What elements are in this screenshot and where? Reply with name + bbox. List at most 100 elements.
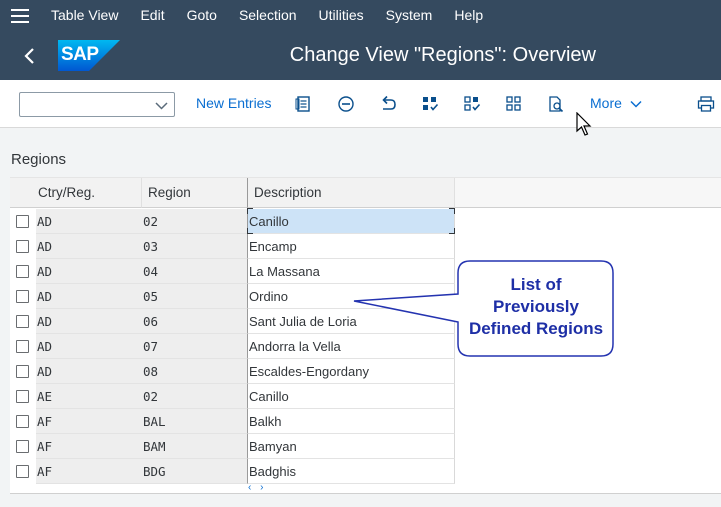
table-row[interactable]: AD 05 Ordino [10, 284, 455, 309]
row-selector[interactable] [10, 384, 36, 409]
table-row[interactable]: AE 02 Canillo [10, 384, 455, 409]
cell-ctry: AF [36, 459, 142, 484]
deselect-all-icon[interactable] [503, 93, 525, 115]
cell-region: 03 [142, 234, 248, 259]
cell-region: 07 [142, 334, 248, 359]
more-button[interactable]: More [590, 95, 642, 111]
cell-region: 05 [142, 284, 248, 309]
table-row[interactable]: AD 08 Escaldes-Engordany [10, 359, 455, 384]
title-bar: SAP Change View "Regions": Overview [0, 31, 721, 80]
mouse-pointer-icon [576, 112, 592, 136]
horizontal-scroll-arrows[interactable]: ‹ › [248, 482, 266, 493]
select-all-icon[interactable] [419, 93, 441, 115]
cell-description-input[interactable]: Sant Julia de Loria [248, 309, 455, 334]
more-label: More [590, 95, 622, 111]
row-checkbox[interactable] [16, 415, 29, 428]
table-row[interactable]: AD 04 La Massana [10, 259, 455, 284]
row-checkbox[interactable] [16, 265, 29, 278]
section-title: Regions [11, 151, 67, 168]
details-icon[interactable] [545, 93, 567, 115]
cell-region: 02 [142, 209, 248, 234]
menu-utilities[interactable]: Utilities [308, 0, 375, 31]
row-checkbox[interactable] [16, 390, 29, 403]
menu-table-view[interactable]: Table View [40, 0, 129, 31]
copy-as-icon[interactable] [293, 93, 315, 115]
table-row[interactable]: AF BDG Badghis [10, 459, 455, 484]
row-selector[interactable] [10, 234, 36, 259]
row-checkbox[interactable] [16, 290, 29, 303]
cell-ctry: AD [36, 209, 142, 234]
callout-line-2: Previously [493, 297, 579, 316]
row-checkbox[interactable] [16, 440, 29, 453]
callout-line-3: Defined Regions [468, 319, 604, 338]
cell-region: 06 [142, 309, 248, 334]
cell-ctry: AD [36, 309, 142, 334]
cell-description-input[interactable]: Balkh [248, 409, 455, 434]
cell-description-input[interactable]: Bamyan [248, 434, 455, 459]
row-selector[interactable] [10, 359, 36, 384]
focus-corner [449, 208, 455, 214]
menu-selection[interactable]: Selection [228, 0, 308, 31]
cell-ctry: AF [36, 409, 142, 434]
print-icon[interactable] [695, 93, 717, 115]
table-row[interactable]: AD 02 Canillo [10, 208, 455, 234]
select-block-icon[interactable] [461, 93, 483, 115]
cell-description-input[interactable]: Badghis [248, 459, 455, 484]
row-checkbox[interactable] [16, 365, 29, 378]
cell-region: 02 [142, 384, 248, 409]
focus-corner [247, 208, 253, 214]
cell-ctry: AD [36, 284, 142, 309]
cell-region: BDG [142, 459, 248, 484]
row-checkbox[interactable] [16, 315, 29, 328]
row-checkbox[interactable] [16, 240, 29, 253]
callout-line-1: List of [510, 275, 562, 294]
table-row[interactable]: AD 03 Encamp [10, 234, 455, 259]
row-checkbox[interactable] [16, 215, 29, 228]
row-selector[interactable] [10, 209, 36, 234]
row-selector[interactable] [10, 309, 36, 334]
menu-bar: Table View Edit Goto Selection Utilities… [0, 0, 721, 31]
table-row[interactable]: AD 07 Andorra la Vella [10, 334, 455, 359]
row-selector[interactable] [10, 259, 36, 284]
row-selector[interactable] [10, 459, 36, 484]
cell-description-input[interactable]: Canillo [248, 384, 455, 409]
row-selector[interactable] [10, 334, 36, 359]
column-header-region[interactable]: Region [142, 178, 248, 208]
cell-ctry: AE [36, 384, 142, 409]
cell-region: BAL [142, 409, 248, 434]
row-checkbox[interactable] [16, 465, 29, 478]
cell-description-input[interactable]: Encamp [248, 234, 455, 259]
menu-system[interactable]: System [375, 0, 444, 31]
cell-description-input[interactable]: Andorra la Vella [248, 334, 455, 359]
cell-description-input[interactable]: Escaldes-Engordany [248, 359, 455, 384]
toolbar: New Entries More [0, 80, 721, 128]
new-entries-button[interactable]: New Entries [196, 95, 271, 111]
row-checkbox[interactable] [16, 340, 29, 353]
menu-goto[interactable]: Goto [176, 0, 228, 31]
row-selector[interactable] [10, 434, 36, 459]
delete-icon[interactable] [335, 93, 357, 115]
table-bottom-border [10, 493, 721, 494]
row-selector[interactable] [10, 409, 36, 434]
column-header-ctry[interactable]: Ctry/Reg. [36, 178, 142, 208]
action-select[interactable] [19, 92, 175, 117]
select-all-column-header[interactable] [10, 178, 36, 208]
cell-description-input[interactable]: Ordino [248, 284, 455, 309]
row-selector[interactable] [10, 284, 36, 309]
column-header-description[interactable]: Description [248, 178, 455, 208]
undo-icon[interactable] [377, 93, 399, 115]
chevron-down-icon [155, 102, 168, 110]
chevron-down-icon [630, 101, 642, 108]
page-title: Change View "Regions": Overview [289, 44, 596, 66]
table-row[interactable]: AD 06 Sant Julia de Loria [10, 309, 455, 334]
table-row[interactable]: AF BAL Balkh [10, 409, 455, 434]
menu-help[interactable]: Help [443, 0, 494, 31]
regions-table: Ctry/Reg. Region Description AD 02 Canillo… [10, 177, 721, 493]
cell-ctry: AD [36, 334, 142, 359]
cell-description-input[interactable]: La Massana [248, 259, 455, 284]
menu-edit[interactable]: Edit [129, 0, 175, 31]
hamburger-menu-icon[interactable] [0, 0, 40, 31]
table-row[interactable]: AF BAM Bamyan [10, 434, 455, 459]
cell-description-input[interactable]: Canillo [247, 208, 455, 234]
cell-ctry: AD [36, 234, 142, 259]
